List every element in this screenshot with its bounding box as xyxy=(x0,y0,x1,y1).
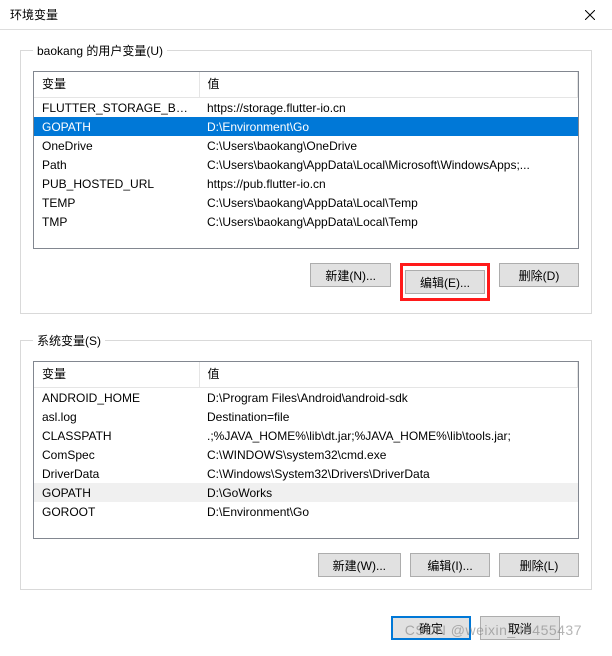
var-value-cell: C:\Users\baokang\AppData\Local\Temp xyxy=(199,212,578,231)
system-delete-button[interactable]: 删除(L) xyxy=(499,553,579,577)
var-name-cell: PUB_HOSTED_URL xyxy=(34,174,199,193)
user-new-button[interactable]: 新建(N)... xyxy=(310,263,391,287)
table-row[interactable]: GOPATHD:\Environment\Go xyxy=(34,117,578,136)
cancel-button[interactable]: 取消 xyxy=(480,616,560,640)
var-name-cell: GOROOT xyxy=(34,502,199,521)
table-row[interactable]: PathC:\Users\baokang\AppData\Local\Micro… xyxy=(34,155,578,174)
table-row[interactable]: GOPATHD:\GoWorks xyxy=(34,483,578,502)
var-name-cell: FLUTTER_STORAGE_BASE_... xyxy=(34,98,199,118)
table-row[interactable]: TMPC:\Users\baokang\AppData\Local\Temp xyxy=(34,212,578,231)
table-row[interactable]: asl.logDestination=file xyxy=(34,407,578,426)
user-edit-button[interactable]: 编辑(E)... xyxy=(405,270,485,294)
var-name-cell: DriverData xyxy=(34,464,199,483)
var-value-cell: D:\GoWorks xyxy=(199,483,578,502)
table-row[interactable]: TEMPC:\Users\baokang\AppData\Local\Temp xyxy=(34,193,578,212)
table-row[interactable]: DriverDataC:\Windows\System32\Drivers\Dr… xyxy=(34,464,578,483)
var-name-cell: TMP xyxy=(34,212,199,231)
sys-col-value[interactable]: 值 xyxy=(199,362,578,388)
var-value-cell: C:\WINDOWS\system32\cmd.exe xyxy=(199,445,578,464)
system-variables-table[interactable]: 变量 值 ANDROID_HOMED:\Program Files\Androi… xyxy=(33,361,579,539)
table-row[interactable]: OneDriveC:\Users\baokang\OneDrive xyxy=(34,136,578,155)
var-value-cell: https://storage.flutter-io.cn xyxy=(199,98,578,118)
user-col-value[interactable]: 值 xyxy=(199,72,578,98)
table-row[interactable]: GOROOTD:\Environment\Go xyxy=(34,502,578,521)
var-value-cell: D:\Program Files\Android\android-sdk xyxy=(199,388,578,408)
var-value-cell: D:\Environment\Go xyxy=(199,502,578,521)
var-name-cell: TEMP xyxy=(34,193,199,212)
var-value-cell: C:\Users\baokang\AppData\Local\Microsoft… xyxy=(199,155,578,174)
var-name-cell: ComSpec xyxy=(34,445,199,464)
user-delete-button[interactable]: 删除(D) xyxy=(499,263,579,287)
var-name-cell: asl.log xyxy=(34,407,199,426)
var-value-cell: https://pub.flutter-io.cn xyxy=(199,174,578,193)
system-variables-legend: 系统变量(S) xyxy=(33,332,105,349)
table-row[interactable]: ComSpecC:\WINDOWS\system32\cmd.exe xyxy=(34,445,578,464)
var-name-cell: GOPATH xyxy=(34,117,199,136)
system-edit-button[interactable]: 编辑(I)... xyxy=(410,553,490,577)
var-name-cell: CLASSPATH xyxy=(34,426,199,445)
user-variables-group: baokang 的用户变量(U) 变量 值 FLUTTER_STORAGE_BA… xyxy=(20,42,592,314)
sys-col-name[interactable]: 变量 xyxy=(34,362,199,388)
user-variables-table[interactable]: 变量 值 FLUTTER_STORAGE_BASE_...https://sto… xyxy=(33,71,579,249)
var-value-cell: .;%JAVA_HOME%\lib\dt.jar;%JAVA_HOME%\lib… xyxy=(199,426,578,445)
user-variables-legend: baokang 的用户变量(U) xyxy=(33,42,167,59)
window-title: 环境变量 xyxy=(10,6,58,23)
table-row[interactable]: CLASSPATH.;%JAVA_HOME%\lib\dt.jar;%JAVA_… xyxy=(34,426,578,445)
user-col-name[interactable]: 变量 xyxy=(34,72,199,98)
ok-button[interactable]: 确定 xyxy=(391,616,471,640)
var-value-cell: Destination=file xyxy=(199,407,578,426)
close-button[interactable] xyxy=(567,0,612,30)
var-value-cell: C:\Users\baokang\OneDrive xyxy=(199,136,578,155)
close-icon xyxy=(585,10,595,20)
table-row[interactable]: PUB_HOSTED_URLhttps://pub.flutter-io.cn xyxy=(34,174,578,193)
edit-highlight-box: 编辑(E)... xyxy=(400,263,490,301)
var-value-cell: D:\Environment\Go xyxy=(199,117,578,136)
dialog-button-row: 确定 取消 xyxy=(20,608,592,640)
var-value-cell: C:\Users\baokang\AppData\Local\Temp xyxy=(199,193,578,212)
table-row[interactable]: ANDROID_HOMED:\Program Files\Android\and… xyxy=(34,388,578,408)
system-variables-group: 系统变量(S) 变量 值 ANDROID_HOMED:\Program File… xyxy=(20,332,592,590)
var-name-cell: OneDrive xyxy=(34,136,199,155)
var-name-cell: ANDROID_HOME xyxy=(34,388,199,408)
var-name-cell: Path xyxy=(34,155,199,174)
table-row[interactable]: FLUTTER_STORAGE_BASE_...https://storage.… xyxy=(34,98,578,118)
var-value-cell: C:\Windows\System32\Drivers\DriverData xyxy=(199,464,578,483)
system-new-button[interactable]: 新建(W)... xyxy=(318,553,401,577)
var-name-cell: GOPATH xyxy=(34,483,199,502)
titlebar: 环境变量 xyxy=(0,0,612,30)
